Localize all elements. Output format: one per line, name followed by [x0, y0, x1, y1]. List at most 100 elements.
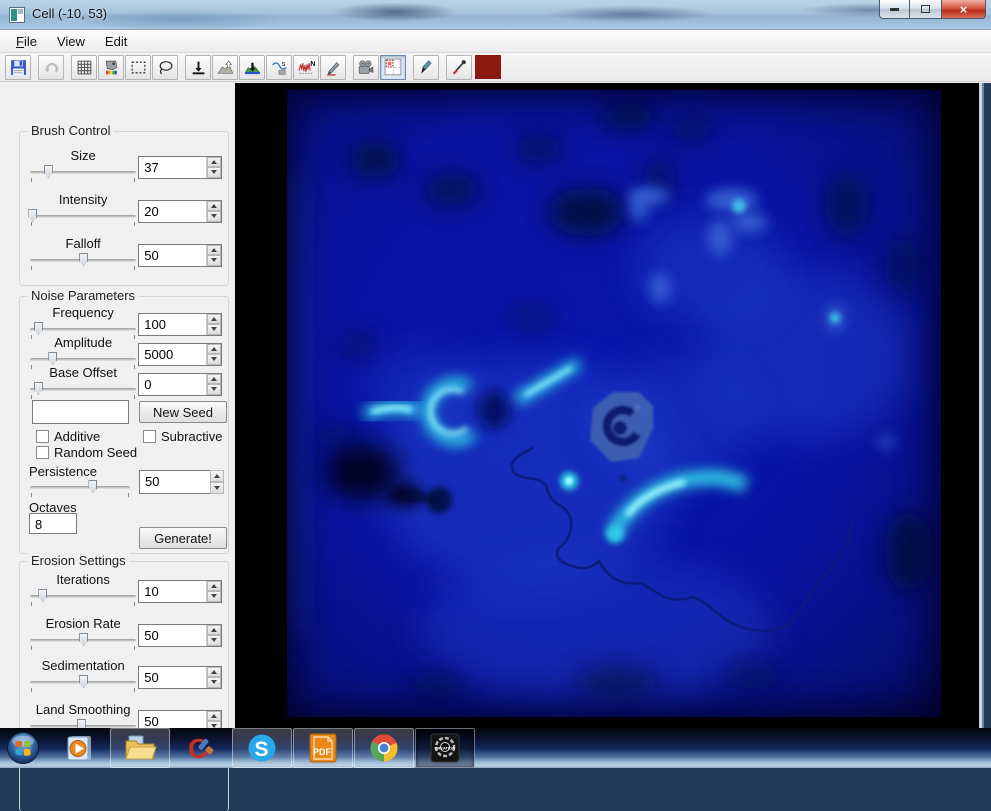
spin-up[interactable]	[207, 314, 221, 325]
frequency-spinner[interactable]: 100	[138, 313, 222, 336]
additive-checkbox[interactable]: Additive	[36, 429, 100, 444]
erosion-rate-spinner[interactable]: 50	[138, 624, 222, 647]
frame-overlay-button[interactable]	[380, 55, 406, 80]
size-slider-thumb[interactable]	[44, 165, 53, 178]
octaves-input[interactable]: 8	[29, 513, 77, 534]
generate-button[interactable]: Generate!	[139, 527, 227, 549]
spin-up[interactable]	[207, 625, 221, 636]
persistence-slider[interactable]	[28, 480, 132, 498]
sign-pen-button[interactable]	[320, 55, 346, 80]
spin-down[interactable]	[207, 677, 221, 688]
spin-down[interactable]	[207, 255, 221, 266]
persistence-spin-buttons[interactable]	[210, 470, 224, 494]
persistence-slider-thumb[interactable]	[88, 480, 97, 493]
amplitude-slider-thumb[interactable]	[48, 352, 57, 365]
start-button[interactable]	[1, 729, 45, 767]
map-canvas[interactable]	[235, 83, 979, 728]
erosion-rate-slider[interactable]	[28, 633, 138, 651]
spin-up[interactable]	[207, 711, 221, 722]
intensity-spinner[interactable]: 20	[138, 200, 222, 223]
taskbar-creation-kit[interactable]: CREATION	[415, 728, 475, 768]
random-seed-checkbox[interactable]: Random Seed	[36, 445, 137, 460]
falloff-spinner[interactable]: 50	[138, 244, 222, 267]
spin-up[interactable]	[207, 245, 221, 256]
spin-up[interactable]	[207, 581, 221, 592]
camera-button[interactable]	[353, 55, 379, 80]
iterations-slider-thumb[interactable]	[38, 589, 47, 602]
subractive-checkbox-box[interactable]	[143, 430, 156, 443]
additive-checkbox-box[interactable]	[36, 430, 49, 443]
iterations-slider[interactable]	[28, 589, 138, 607]
undo-icon	[43, 59, 60, 76]
subractive-checkbox[interactable]: Subractive	[143, 429, 222, 444]
spin-down[interactable]	[207, 324, 221, 335]
smooth-button[interactable]: s	[266, 55, 292, 80]
maximize-button[interactable]	[910, 0, 941, 19]
new-seed-button[interactable]: New Seed	[139, 401, 227, 423]
toolbar: s N	[0, 53, 991, 82]
taskbar-explorer[interactable]	[110, 728, 170, 768]
taskbar-media-player[interactable]	[49, 728, 109, 768]
taskbar-chrome[interactable]	[354, 728, 414, 768]
erosion-rate-slider-thumb[interactable]	[79, 633, 88, 646]
taskbar-pdf-creator[interactable]: PDF	[293, 728, 353, 768]
noise-button[interactable]: N	[293, 55, 319, 80]
random-seed-checkbox-box[interactable]	[36, 446, 49, 459]
raise-terrain-button[interactable]	[212, 55, 238, 80]
falloff-slider-thumb[interactable]	[79, 253, 88, 266]
menu-view[interactable]: View	[47, 32, 95, 51]
spin-down[interactable]	[207, 167, 221, 178]
heightmap-view[interactable]	[287, 90, 941, 717]
grid-icon	[76, 59, 93, 76]
palette-button[interactable]	[98, 55, 124, 80]
media-player-icon	[63, 732, 95, 764]
chrome-icon	[367, 731, 401, 765]
menu-edit[interactable]: Edit	[95, 32, 137, 51]
spin-up[interactable]	[207, 157, 221, 168]
spin-down[interactable]	[207, 354, 221, 365]
grid-button[interactable]	[71, 55, 97, 80]
intensity-slider[interactable]	[28, 209, 138, 227]
spin-down[interactable]	[210, 482, 224, 494]
spin-up[interactable]	[207, 344, 221, 355]
flatten-button[interactable]	[185, 55, 211, 80]
base-offset-slider[interactable]	[28, 382, 138, 400]
size-slider[interactable]	[28, 165, 138, 183]
minimize-button[interactable]	[879, 0, 910, 19]
close-button[interactable]: ×	[941, 0, 986, 19]
spin-down[interactable]	[207, 384, 221, 395]
iterations-spinner[interactable]: 10	[138, 580, 222, 603]
spin-up[interactable]	[207, 201, 221, 212]
brush-button[interactable]	[413, 55, 439, 80]
seed-input[interactable]	[32, 400, 129, 424]
save-button[interactable]	[5, 55, 31, 80]
title-bar[interactable]: Cell (-10, 53) ×	[0, 0, 991, 30]
amplitude-spinner[interactable]: 5000	[138, 343, 222, 366]
color-swatch[interactable]	[475, 55, 501, 79]
frequency-slider-thumb[interactable]	[34, 322, 43, 335]
rect-select-button[interactable]	[125, 55, 151, 80]
persistence-field[interactable]: 50	[139, 470, 211, 494]
base-offset-slider-thumb[interactable]	[34, 382, 43, 395]
taskbar-ccleaner[interactable]: C	[171, 728, 231, 768]
sedimentation-slider-thumb[interactable]	[79, 675, 88, 688]
sedimentation-slider[interactable]	[28, 675, 138, 693]
noise-icon: N	[298, 59, 315, 76]
size-spinner[interactable]: 37	[138, 156, 222, 179]
lasso-select-button[interactable]	[152, 55, 178, 80]
raise-terrain-icon	[217, 59, 234, 76]
eyedropper-button[interactable]	[446, 55, 472, 80]
spin-down[interactable]	[207, 211, 221, 222]
intensity-slider-thumb[interactable]	[28, 209, 37, 222]
sedimentation-spinner[interactable]: 50	[138, 666, 222, 689]
spin-up[interactable]	[207, 667, 221, 678]
spin-up[interactable]	[210, 470, 224, 482]
spin-down[interactable]	[207, 591, 221, 602]
falloff-slider[interactable]	[28, 253, 138, 271]
spin-up[interactable]	[207, 374, 221, 385]
menu-file[interactable]: File	[6, 32, 47, 51]
lower-terrain-button[interactable]	[239, 55, 265, 80]
taskbar-skype[interactable]: S	[232, 728, 292, 768]
base-offset-spinner[interactable]: 0	[138, 373, 222, 396]
spin-down[interactable]	[207, 635, 221, 646]
